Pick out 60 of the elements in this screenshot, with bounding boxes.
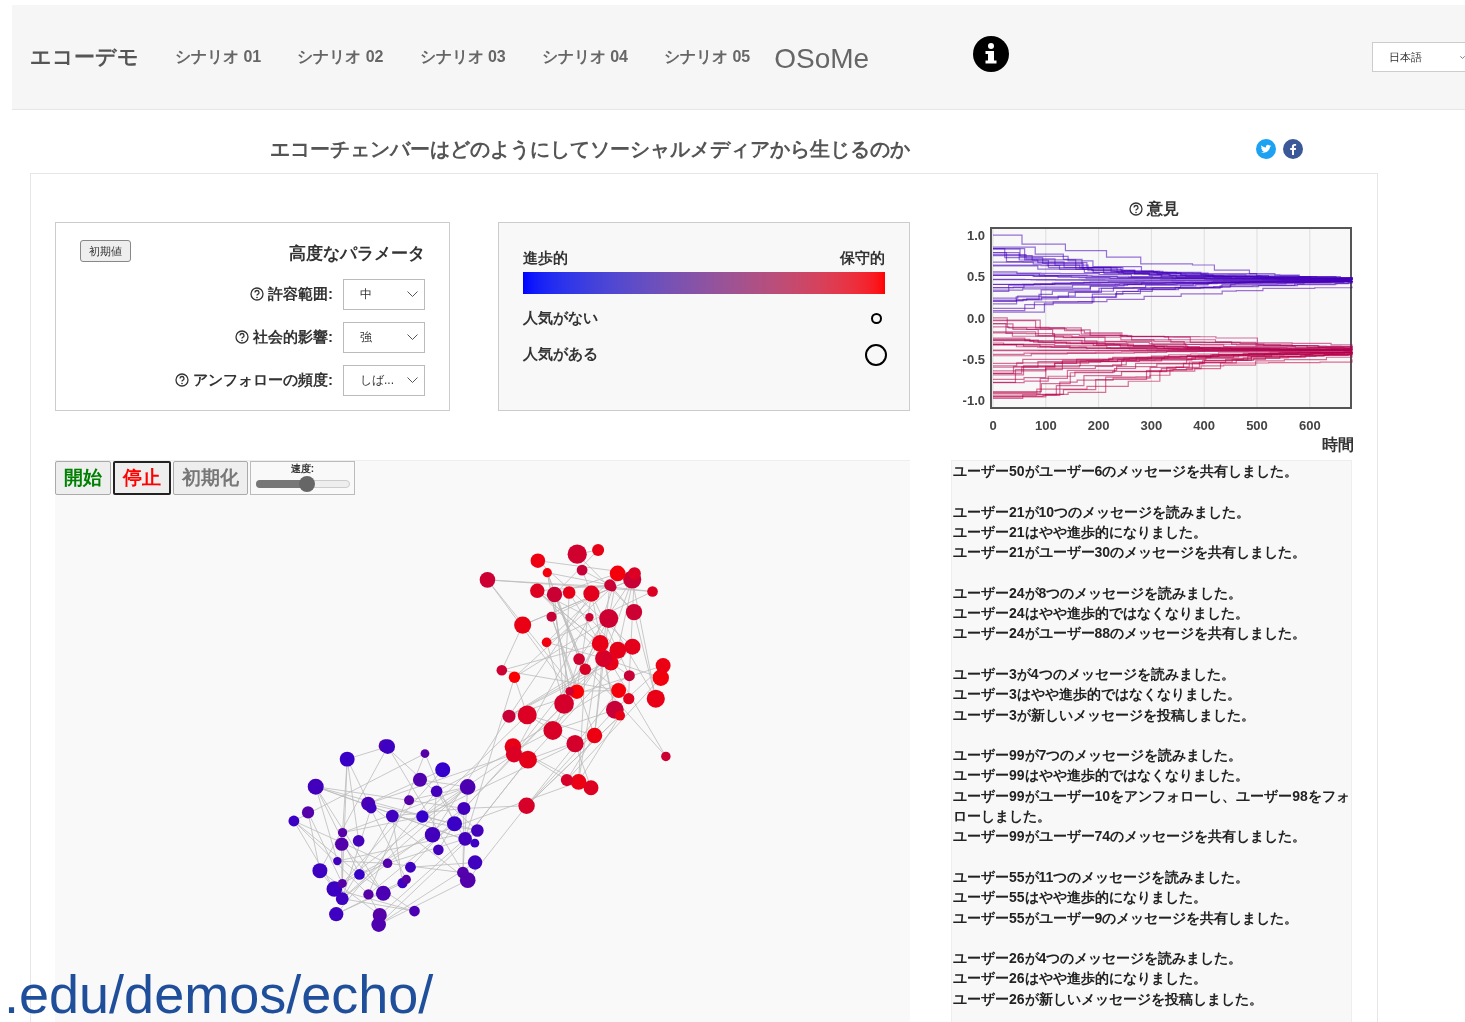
axis-tick-label: 0.0 [966, 310, 985, 326]
log-line: ユーザー26はやや進歩的になりました。 [953, 969, 1208, 989]
nav-link[interactable]: シナリオ 03 [419, 45, 506, 69]
panel-title: 高度なパラメータ [289, 243, 425, 265]
speed-label: 速度: [290, 462, 315, 476]
axis-tick-label: 0 [989, 418, 997, 433]
nav-link[interactable]: シナリオ 01 [175, 45, 262, 69]
dropdown-field[interactable]: 中 [343, 278, 425, 310]
axis-tick-label: -0.5 [962, 351, 985, 367]
dropdown-field[interactable]: 強 [343, 321, 425, 353]
axis-tick-label: 300 [1140, 418, 1163, 433]
axis-tick-label: 500 [1246, 418, 1268, 433]
log-line: ユーザー55はやや進歩的になりました。 [953, 888, 1208, 908]
axis-title: 時間 [1322, 436, 1354, 453]
axis-tick-label: 400 [1193, 418, 1216, 433]
logo-link[interactable]: OSoMe [774, 38, 870, 80]
axis-tick-label: 100 [1034, 418, 1057, 433]
url-overlay: .edu/demos/echo/ [4, 963, 434, 1022]
axis-tick-label: 600 [1298, 418, 1321, 433]
log-line: ユーザー99がユーザー74のメッセージを共有しました。 [953, 827, 1308, 847]
log-line: ユーザー24がユーザー88のメッセージを共有しました。 [953, 624, 1308, 644]
legend-label: 保守的 [840, 248, 885, 268]
log-line: ユーザー26が新しいメッセージを投稿しました。 [953, 989, 1264, 1009]
axis-tick-label: 200 [1087, 418, 1110, 433]
log-line: ユーザー99が7つのメッセージを読みました。 [953, 746, 1244, 766]
field-label: 社会的影響: [253, 326, 333, 347]
log-line: ユーザー21が10つのメッセージを読みました。 [953, 502, 1252, 522]
legend-label: 進歩的 [523, 248, 568, 268]
log-line: ユーザー3が4つのメッセージを読みました。 [953, 664, 1236, 684]
nav-link[interactable]: シナリオ 05 [664, 45, 751, 69]
log-line: ユーザー24が8つのメッセージを読みました。 [953, 583, 1244, 603]
log-line: ユーザー21はやや進歩的になりました。 [953, 522, 1208, 542]
log-line: ユーザー3はやや進歩的ではなくなりました。 [953, 685, 1242, 705]
language-select[interactable]: 日本語 [1372, 42, 1465, 72]
control-button[interactable]: 開始 [55, 461, 111, 495]
legend-label: 人気がある [523, 344, 598, 365]
log-line: ユーザー26が4つのメッセージを読みました。 [953, 949, 1244, 969]
log-line: ユーザー55がユーザー9のメッセージを共有しました。 [953, 908, 1300, 928]
control-button[interactable]: 停止 [113, 461, 171, 495]
page-title: エコーチェンバーはどのようにしてソーシャルメディアから生じるのか [269, 136, 911, 162]
axis-tick-label: 0.5 [966, 269, 985, 285]
nav-link[interactable]: シナリオ 02 [297, 45, 384, 69]
log-line: ユーザー55が11つのメッセージを読みました。 [953, 867, 1251, 887]
log-line: ユーザー3が新しいメッセージを投稿しました。 [953, 705, 1256, 725]
control-button[interactable]: 初期化 [173, 461, 248, 495]
axis-tick-label: 1.0 [966, 228, 985, 243]
dropdown-field[interactable]: しば... [343, 364, 425, 396]
log-line: ユーザー50がユーザー6のメッセージを共有しました。 [953, 462, 1300, 481]
brand-link[interactable]: エコーデモ [30, 41, 139, 73]
axis-tick-label: -1.0 [962, 393, 985, 408]
log-line: ユーザー99がユーザー10をアンフォローし、ユーザー98をフォローしました。 [953, 786, 1351, 827]
field-label: アンフォローの頻度: [193, 369, 333, 390]
defaults-button[interactable]: 初期値 [80, 239, 131, 262]
nav-link[interactable]: シナリオ 04 [541, 45, 628, 69]
log-line: ユーザー99はやや進歩的ではなくなりました。 [953, 766, 1250, 786]
field-label: 許容範囲: [268, 283, 333, 304]
log-line: ユーザー21がユーザー30のメッセージを共有しました。 [953, 543, 1308, 563]
chart-title: 意見 [1146, 199, 1179, 219]
log-line: ユーザー24はやや進歩的ではなくなりました。 [953, 604, 1250, 624]
legend-label: 人気がない [523, 308, 598, 329]
